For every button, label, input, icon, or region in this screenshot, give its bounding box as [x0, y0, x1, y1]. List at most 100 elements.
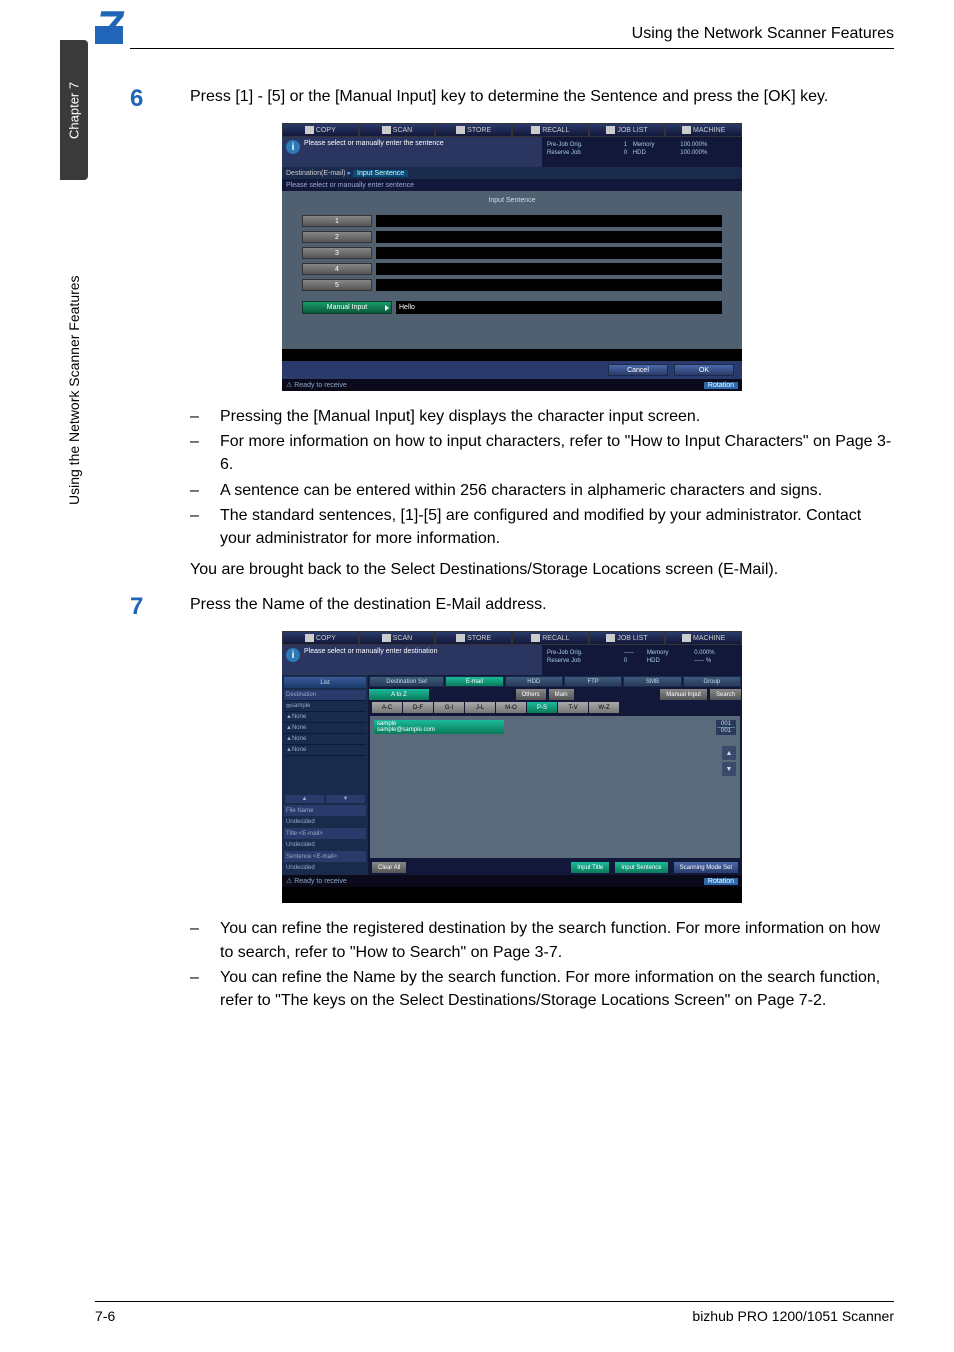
status-panel-2: Pre-Job Orig.-----Memory0.000% Reserve J… — [542, 645, 742, 675]
input-sentence-label: Input Sentence — [488, 197, 535, 204]
info-icon: i — [286, 648, 300, 662]
info-icon: i — [286, 140, 300, 154]
dest-item-sample[interactable]: ✉ sample — [284, 701, 366, 712]
count-badge: 001001 — [716, 720, 736, 735]
sentence-5-button[interactable]: 5 — [302, 279, 372, 291]
manual-input-field[interactable]: Hello — [396, 301, 722, 314]
manual-input-button[interactable]: Manual Input — [302, 301, 392, 314]
title-email-label: Title <E-mail> — [284, 828, 366, 839]
input-title-button[interactable]: Input Title — [571, 862, 609, 873]
joblist-icon — [606, 126, 615, 134]
top-tab-machine-2[interactable]: MACHINE — [665, 631, 742, 645]
sentence-1-button[interactable]: 1 — [302, 215, 372, 227]
clear-all-button[interactable]: Clear All — [372, 862, 406, 873]
top-tab-scan-2[interactable]: SCAN — [359, 631, 436, 645]
group-tab[interactable]: Group — [683, 676, 741, 687]
alpha-m-o[interactable]: M-O — [496, 702, 526, 713]
bullet-1-3: A sentence can be entered within 256 cha… — [220, 479, 822, 502]
status-panel: Pre-Job Orig.1Memory100.000% Reserve Job… — [542, 137, 742, 167]
scan-icon — [382, 126, 391, 134]
manual-input-button-2[interactable]: Manual Input — [660, 689, 707, 700]
destination-header: Destination — [284, 690, 366, 701]
warning-icon: ⚠ — [286, 878, 292, 885]
smb-tab[interactable]: SMB — [623, 676, 681, 687]
address-entry-sample[interactable]: sample sample@sample.com — [374, 720, 504, 734]
bullet-1-2: For more information on how to input cha… — [220, 430, 894, 476]
alpha-w-z[interactable]: W-Z — [589, 702, 619, 713]
a-to-z-button[interactable]: A to Z — [369, 689, 429, 700]
sentence-4-field — [376, 263, 722, 275]
email-tab[interactable]: E-mail — [445, 676, 503, 687]
chapter-tab: Chapter 7 — [60, 40, 88, 180]
scroll-up-button[interactable]: ▲ — [284, 794, 325, 804]
sentence-4-button[interactable]: 4 — [302, 263, 372, 275]
recall-icon — [531, 126, 540, 134]
rotation-button[interactable]: Rotation — [704, 382, 738, 389]
top-tab-recall-2[interactable]: RECALL — [512, 631, 589, 645]
copy-icon — [305, 126, 314, 134]
alpha-p-s[interactable]: P-S — [527, 702, 557, 713]
alpha-g-i[interactable]: G-I — [434, 702, 464, 713]
top-tab-copy-2[interactable]: COPY — [282, 631, 359, 645]
step-7-text: Press the Name of the destination E-Mail… — [190, 593, 547, 621]
header-rule — [130, 48, 894, 49]
ok-button[interactable]: OK — [674, 364, 734, 376]
top-tab-joblist-2[interactable]: JOB LIST — [589, 631, 666, 645]
main-button[interactable]: Main — [549, 689, 574, 700]
hdd-tab[interactable]: HDD — [505, 676, 563, 687]
rotation-button-2[interactable]: Rotation — [704, 878, 738, 885]
list-scroll-down[interactable]: ▼ — [722, 762, 736, 776]
sentence-3-button[interactable]: 3 — [302, 247, 372, 259]
status-text-2: Ready to receive — [294, 878, 347, 885]
sentence-email-value: Undecided — [284, 862, 366, 873]
alpha-a-c[interactable]: A-C — [372, 702, 402, 713]
top-tab-store-2[interactable]: STORE — [435, 631, 512, 645]
machine-icon — [682, 126, 691, 134]
footer-rule — [95, 1301, 894, 1302]
store-icon — [456, 126, 465, 134]
alpha-j-l[interactable]: J-L — [465, 702, 495, 713]
top-tab-scan[interactable]: SCAN — [359, 123, 436, 137]
cancel-button[interactable]: Cancel — [608, 364, 668, 376]
header-title: Using the Network Scanner Features — [632, 25, 894, 43]
chevron-right-icon — [385, 305, 389, 311]
scan-icon — [382, 634, 391, 642]
scroll-down-button[interactable]: ▼ — [325, 794, 366, 804]
bullet-2-1: You can refine the registered destinatio… — [220, 917, 894, 963]
scanning-mode-set-button[interactable]: Scanning Mode Set — [674, 862, 738, 873]
recall-icon — [531, 634, 540, 642]
para-return: You are brought back to the Select Desti… — [190, 558, 894, 581]
list-scroll-up[interactable]: ▲ — [722, 746, 736, 760]
top-tab-copy[interactable]: COPY — [282, 123, 359, 137]
top-tab-recall[interactable]: RECALL — [512, 123, 589, 137]
top-tab-store[interactable]: STORE — [435, 123, 512, 137]
dest-item-none-3: ▲ None — [284, 734, 366, 745]
page-number: 7-6 — [95, 1308, 115, 1324]
bullet-2-2: You can refine the Name by the search fu… — [220, 966, 894, 1012]
list-button[interactable]: List — [284, 677, 366, 688]
alpha-t-v[interactable]: T-V — [558, 702, 588, 713]
sentence-1-field — [376, 215, 722, 227]
header-message: Please select or manually enter the sent… — [304, 140, 444, 147]
copy-icon — [305, 634, 314, 642]
step-6-number: 6 — [130, 85, 190, 113]
top-tab-joblist[interactable]: JOB LIST — [589, 123, 666, 137]
search-button[interactable]: Search — [710, 689, 741, 700]
joblist-icon — [606, 634, 615, 642]
top-tab-machine[interactable]: MACHINE — [665, 123, 742, 137]
sentence-2-button[interactable]: 2 — [302, 231, 372, 243]
machine-icon — [682, 634, 691, 642]
ftp-tab[interactable]: FTP — [564, 676, 622, 687]
destination-set-tab[interactable]: Destination Set — [369, 676, 444, 687]
alpha-d-f[interactable]: D-F — [403, 702, 433, 713]
dest-item-none-4: ▲ None — [284, 745, 366, 756]
sentence-3-field — [376, 247, 722, 259]
screenshot-input-sentence: COPY SCAN STORE RECALL JOB LIST MACHINE … — [282, 123, 742, 391]
input-sentence-button[interactable]: Input Sentence — [615, 862, 667, 873]
subtitle: Please select or manually enter sentence — [282, 179, 742, 191]
footer-product: bizhub PRO 1200/1051 Scanner — [692, 1308, 894, 1324]
bullet-1-1: Pressing the [Manual Input] key displays… — [220, 405, 700, 428]
others-button[interactable]: Others — [516, 689, 546, 700]
chapter-number: 7 — [97, 0, 123, 54]
section-tab: Using the Network Scanner Features — [60, 200, 88, 580]
